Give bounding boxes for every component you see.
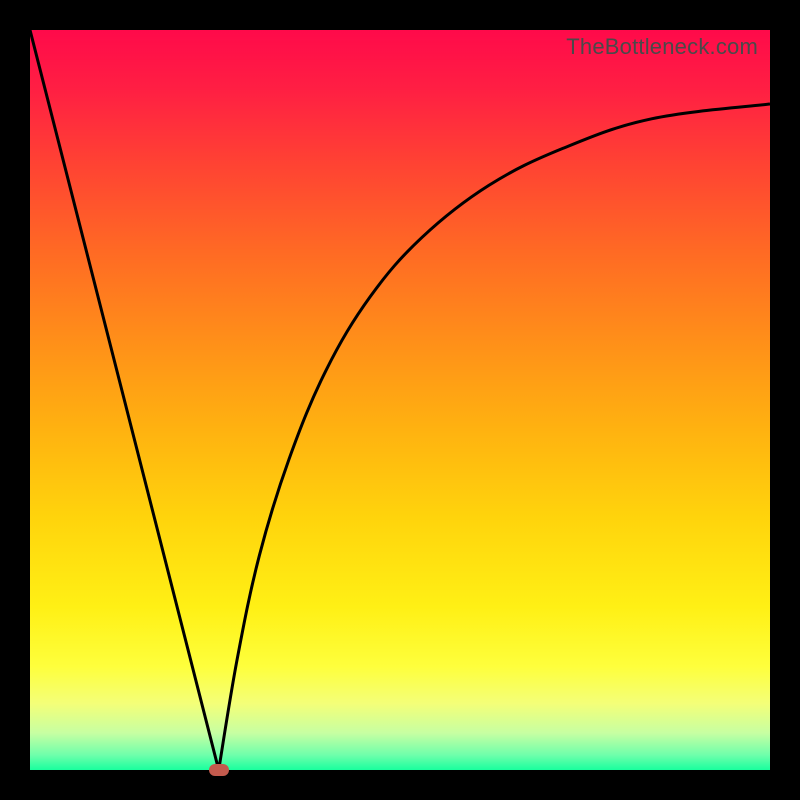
min-marker (209, 764, 229, 776)
chart-line (30, 30, 770, 770)
curve-path (30, 30, 770, 770)
chart-plot-area: TheBottleneck.com (30, 30, 770, 770)
